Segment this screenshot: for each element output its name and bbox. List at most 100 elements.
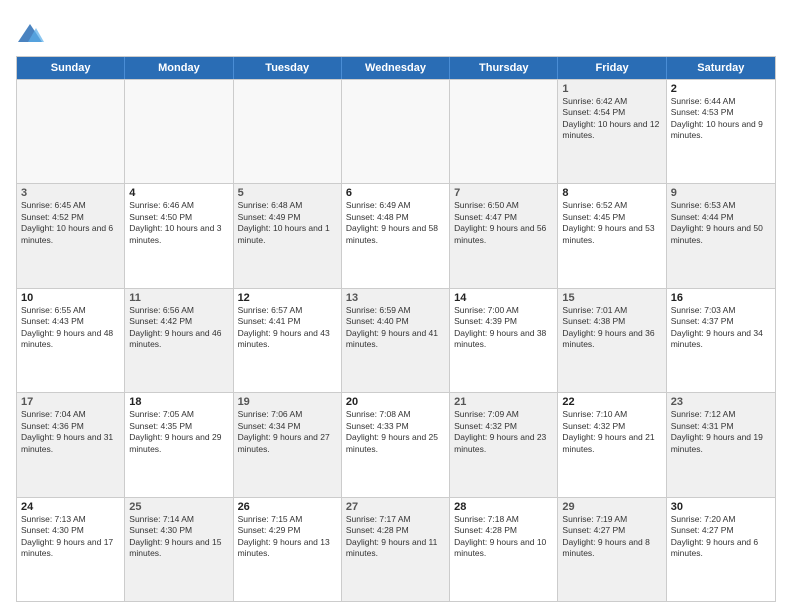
page: SundayMondayTuesdayWednesdayThursdayFrid… (0, 0, 792, 612)
calendar-cell-1: 1Sunrise: 6:42 AM Sunset: 4:54 PM Daylig… (558, 80, 666, 183)
calendar-cell-15: 15Sunrise: 7:01 AM Sunset: 4:38 PM Dayli… (558, 289, 666, 392)
calendar-cell-12: 12Sunrise: 6:57 AM Sunset: 4:41 PM Dayli… (234, 289, 342, 392)
day-number: 13 (346, 292, 445, 304)
calendar-body: 1Sunrise: 6:42 AM Sunset: 4:54 PM Daylig… (17, 79, 775, 601)
weekday-header-wednesday: Wednesday (342, 57, 450, 79)
calendar-cell-28: 28Sunrise: 7:18 AM Sunset: 4:28 PM Dayli… (450, 498, 558, 601)
cell-details: Sunrise: 7:09 AM Sunset: 4:32 PM Dayligh… (454, 409, 553, 455)
day-number: 4 (129, 187, 228, 199)
cell-details: Sunrise: 7:15 AM Sunset: 4:29 PM Dayligh… (238, 514, 337, 560)
day-number: 23 (671, 396, 771, 408)
weekday-header-tuesday: Tuesday (234, 57, 342, 79)
calendar-cell-11: 11Sunrise: 6:56 AM Sunset: 4:42 PM Dayli… (125, 289, 233, 392)
cell-details: Sunrise: 7:20 AM Sunset: 4:27 PM Dayligh… (671, 514, 771, 560)
calendar-row-2: 10Sunrise: 6:55 AM Sunset: 4:43 PM Dayli… (17, 288, 775, 392)
calendar-cell-3: 3Sunrise: 6:45 AM Sunset: 4:52 PM Daylig… (17, 184, 125, 287)
calendar-cell-empty-0-2 (234, 80, 342, 183)
calendar-cell-25: 25Sunrise: 7:14 AM Sunset: 4:30 PM Dayli… (125, 498, 233, 601)
calendar-cell-21: 21Sunrise: 7:09 AM Sunset: 4:32 PM Dayli… (450, 393, 558, 496)
weekday-header-friday: Friday (558, 57, 666, 79)
calendar-cell-4: 4Sunrise: 6:46 AM Sunset: 4:50 PM Daylig… (125, 184, 233, 287)
calendar-cell-8: 8Sunrise: 6:52 AM Sunset: 4:45 PM Daylig… (558, 184, 666, 287)
calendar-cell-23: 23Sunrise: 7:12 AM Sunset: 4:31 PM Dayli… (667, 393, 775, 496)
day-number: 21 (454, 396, 553, 408)
cell-details: Sunrise: 6:55 AM Sunset: 4:43 PM Dayligh… (21, 305, 120, 351)
cell-details: Sunrise: 6:46 AM Sunset: 4:50 PM Dayligh… (129, 200, 228, 246)
calendar-cell-5: 5Sunrise: 6:48 AM Sunset: 4:49 PM Daylig… (234, 184, 342, 287)
calendar: SundayMondayTuesdayWednesdayThursdayFrid… (16, 56, 776, 602)
day-number: 18 (129, 396, 228, 408)
weekday-header-sunday: Sunday (17, 57, 125, 79)
day-number: 5 (238, 187, 337, 199)
cell-details: Sunrise: 6:59 AM Sunset: 4:40 PM Dayligh… (346, 305, 445, 351)
cell-details: Sunrise: 7:05 AM Sunset: 4:35 PM Dayligh… (129, 409, 228, 455)
day-number: 30 (671, 501, 771, 513)
day-number: 6 (346, 187, 445, 199)
cell-details: Sunrise: 6:53 AM Sunset: 4:44 PM Dayligh… (671, 200, 771, 246)
calendar-cell-13: 13Sunrise: 6:59 AM Sunset: 4:40 PM Dayli… (342, 289, 450, 392)
calendar-cell-26: 26Sunrise: 7:15 AM Sunset: 4:29 PM Dayli… (234, 498, 342, 601)
cell-details: Sunrise: 7:00 AM Sunset: 4:39 PM Dayligh… (454, 305, 553, 351)
cell-details: Sunrise: 7:18 AM Sunset: 4:28 PM Dayligh… (454, 514, 553, 560)
cell-details: Sunrise: 6:52 AM Sunset: 4:45 PM Dayligh… (562, 200, 661, 246)
day-number: 7 (454, 187, 553, 199)
calendar-cell-27: 27Sunrise: 7:17 AM Sunset: 4:28 PM Dayli… (342, 498, 450, 601)
calendar-cell-24: 24Sunrise: 7:13 AM Sunset: 4:30 PM Dayli… (17, 498, 125, 601)
calendar-row-4: 24Sunrise: 7:13 AM Sunset: 4:30 PM Dayli… (17, 497, 775, 601)
day-number: 15 (562, 292, 661, 304)
calendar-cell-19: 19Sunrise: 7:06 AM Sunset: 4:34 PM Dayli… (234, 393, 342, 496)
calendar-cell-empty-0-0 (17, 80, 125, 183)
calendar-row-3: 17Sunrise: 7:04 AM Sunset: 4:36 PM Dayli… (17, 392, 775, 496)
day-number: 10 (21, 292, 120, 304)
day-number: 27 (346, 501, 445, 513)
calendar-cell-2: 2Sunrise: 6:44 AM Sunset: 4:53 PM Daylig… (667, 80, 775, 183)
calendar-cell-29: 29Sunrise: 7:19 AM Sunset: 4:27 PM Dayli… (558, 498, 666, 601)
cell-details: Sunrise: 7:12 AM Sunset: 4:31 PM Dayligh… (671, 409, 771, 455)
logo (16, 20, 48, 48)
day-number: 24 (21, 501, 120, 513)
calendar-cell-14: 14Sunrise: 7:00 AM Sunset: 4:39 PM Dayli… (450, 289, 558, 392)
calendar-cell-10: 10Sunrise: 6:55 AM Sunset: 4:43 PM Dayli… (17, 289, 125, 392)
cell-details: Sunrise: 7:14 AM Sunset: 4:30 PM Dayligh… (129, 514, 228, 560)
calendar-cell-30: 30Sunrise: 7:20 AM Sunset: 4:27 PM Dayli… (667, 498, 775, 601)
day-number: 11 (129, 292, 228, 304)
cell-details: Sunrise: 6:49 AM Sunset: 4:48 PM Dayligh… (346, 200, 445, 246)
cell-details: Sunrise: 7:08 AM Sunset: 4:33 PM Dayligh… (346, 409, 445, 455)
calendar-cell-empty-0-4 (450, 80, 558, 183)
day-number: 25 (129, 501, 228, 513)
header (16, 16, 776, 48)
calendar-cell-18: 18Sunrise: 7:05 AM Sunset: 4:35 PM Dayli… (125, 393, 233, 496)
cell-details: Sunrise: 7:17 AM Sunset: 4:28 PM Dayligh… (346, 514, 445, 560)
day-number: 20 (346, 396, 445, 408)
cell-details: Sunrise: 7:06 AM Sunset: 4:34 PM Dayligh… (238, 409, 337, 455)
day-number: 1 (562, 83, 661, 95)
cell-details: Sunrise: 7:04 AM Sunset: 4:36 PM Dayligh… (21, 409, 120, 455)
cell-details: Sunrise: 6:48 AM Sunset: 4:49 PM Dayligh… (238, 200, 337, 246)
calendar-cell-empty-0-3 (342, 80, 450, 183)
calendar-cell-17: 17Sunrise: 7:04 AM Sunset: 4:36 PM Dayli… (17, 393, 125, 496)
day-number: 22 (562, 396, 661, 408)
day-number: 8 (562, 187, 661, 199)
cell-details: Sunrise: 7:03 AM Sunset: 4:37 PM Dayligh… (671, 305, 771, 351)
calendar-cell-7: 7Sunrise: 6:50 AM Sunset: 4:47 PM Daylig… (450, 184, 558, 287)
day-number: 26 (238, 501, 337, 513)
calendar-row-1: 3Sunrise: 6:45 AM Sunset: 4:52 PM Daylig… (17, 183, 775, 287)
weekday-header-saturday: Saturday (667, 57, 775, 79)
cell-details: Sunrise: 7:10 AM Sunset: 4:32 PM Dayligh… (562, 409, 661, 455)
cell-details: Sunrise: 6:44 AM Sunset: 4:53 PM Dayligh… (671, 96, 771, 142)
day-number: 29 (562, 501, 661, 513)
day-number: 14 (454, 292, 553, 304)
calendar-cell-20: 20Sunrise: 7:08 AM Sunset: 4:33 PM Dayli… (342, 393, 450, 496)
cell-details: Sunrise: 6:56 AM Sunset: 4:42 PM Dayligh… (129, 305, 228, 351)
cell-details: Sunrise: 7:13 AM Sunset: 4:30 PM Dayligh… (21, 514, 120, 560)
day-number: 19 (238, 396, 337, 408)
day-number: 16 (671, 292, 771, 304)
day-number: 17 (21, 396, 120, 408)
calendar-cell-empty-0-1 (125, 80, 233, 183)
day-number: 2 (671, 83, 771, 95)
cell-details: Sunrise: 7:01 AM Sunset: 4:38 PM Dayligh… (562, 305, 661, 351)
cell-details: Sunrise: 6:45 AM Sunset: 4:52 PM Dayligh… (21, 200, 120, 246)
calendar-cell-9: 9Sunrise: 6:53 AM Sunset: 4:44 PM Daylig… (667, 184, 775, 287)
day-number: 9 (671, 187, 771, 199)
day-number: 3 (21, 187, 120, 199)
